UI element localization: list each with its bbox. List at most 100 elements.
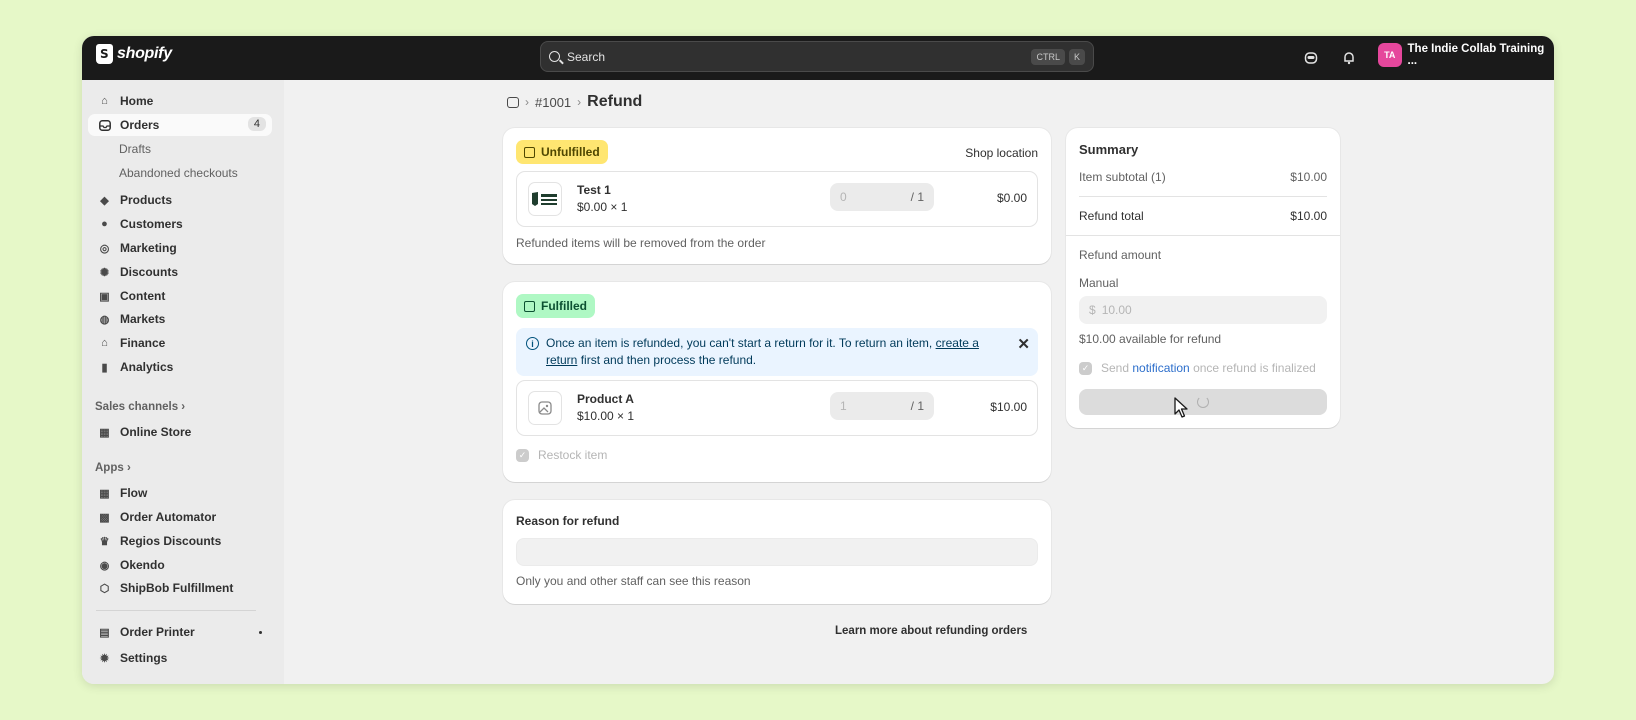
search-bar[interactable]: Search CTRL K [540,41,1094,72]
page-title: Refund [587,93,643,110]
shopify-bag-icon [96,44,113,64]
gear-icon: ✹ [99,652,110,665]
discount-icon: ✺ [99,266,110,279]
okendo-app-icon: ◉ [99,559,110,572]
currency-symbol: $ [1089,303,1096,317]
breadcrumb-order-link[interactable]: #1001 [535,95,571,110]
sidebar-item-markets[interactable]: ◍ Markets [88,308,272,330]
shopify-logo[interactable]: shopify [96,44,172,64]
line-amount: $10.00 [990,400,1027,414]
sidebar-item-label: Finance [120,336,166,350]
refund-button[interactable] [1079,389,1327,415]
sidebar-item-flow[interactable]: ▦ Flow [88,482,272,504]
target-icon: ◎ [99,242,110,255]
close-icon[interactable]: ✕ [1017,335,1030,353]
refund-total-row: Refund total $10.00 [1079,209,1327,223]
product-price: $0.00 × 1 [577,200,628,214]
inbox-icon [98,119,111,132]
apps-heading[interactable]: Apps › [95,462,131,474]
line-amount: $0.00 [996,191,1027,205]
orders-count-badge: 4 [247,117,266,131]
sidebar-item-regios-discounts[interactable]: ♛ Regios Discounts [88,530,272,552]
quantity-max: / 1 [910,399,924,413]
sidebar-item-label: Marketing [120,241,177,255]
sidekick-icon[interactable] [1302,49,1320,67]
notify-text-part: once refund is finalized [1189,361,1316,375]
reason-input[interactable] [516,538,1038,566]
sidebar-item-label: Products [120,193,173,207]
sidebar-item-abandoned-checkouts[interactable]: Abandoned checkouts [119,166,238,180]
restock-checkbox[interactable]: ✓ [516,449,529,462]
sidebar-item-online-store[interactable]: ▦ Online Store [88,421,272,443]
storefront-icon: ▦ [99,426,110,439]
sidebar-item-discounts[interactable]: ✺ Discounts [88,261,272,283]
available-text: $10.00 available for refund [1079,332,1222,346]
notify-text-part: Send [1101,361,1133,375]
sidebar-item-label: Markets [120,312,166,326]
sidebar-item-label: Content [120,289,166,303]
store-menu[interactable]: TA The Indie Collab Training ... [1378,43,1554,67]
refund-amount-input[interactable]: $ 10.00 [1079,296,1327,324]
sidebar-item-order-printer[interactable]: ▤ Order Printer [88,621,272,643]
sales-channels-heading[interactable]: Sales channels › [95,401,185,413]
sidebar-divider [96,610,256,611]
image-placeholder-icon [538,401,552,415]
refund-total-value: $10.00 [1290,209,1327,223]
sidebar-item-customers[interactable]: ● Customers [88,213,272,235]
product-thumbnail [528,391,562,425]
sidebar-item-shipbob[interactable]: ⬡ ShipBob Fulfillment [88,577,272,599]
breadcrumb: › #1001 › Refund [507,93,642,111]
banner-text-part: first and then process the refund. [577,353,757,367]
sidebar-item-products[interactable]: ◆ Products [88,189,272,211]
notification-text: Send notification once refund is finaliz… [1101,361,1316,375]
sidebar-item-label: Online Store [120,425,192,439]
line-item: Product A $10.00 × 1 1 / 1 $10.00 [516,380,1038,436]
breadcrumb-separator: › [525,95,529,109]
sidebar-item-drafts[interactable]: Drafts [119,142,151,156]
location-label: Shop location [965,146,1038,160]
search-placeholder: Search [567,49,606,64]
notification-link[interactable]: notification [1132,361,1189,375]
product-name[interactable]: Test 1 [577,183,611,197]
orders-icon[interactable] [507,96,519,108]
banner-text: Once an item is refunded, you can't star… [546,335,996,369]
badge-label: Unfulfilled [541,145,600,159]
line-item: Test 1 $0.00 × 1 0 / 1 $0.00 [516,171,1038,227]
learn-more-link[interactable]: Learn more about refunding orders [835,625,1027,637]
sidebar-item-finance[interactable]: ⌂ Finance [88,332,272,354]
tag-icon: ◆ [100,194,109,207]
refund-quantity-input[interactable]: 1 / 1 [830,392,934,420]
sidebar-item-content[interactable]: ▣ Content [88,285,272,307]
subtotal-label: Item subtotal (1) [1079,170,1166,184]
subtotal-row: Item subtotal (1) $10.00 [1079,170,1327,184]
sidebar-item-order-automator[interactable]: ▩ Order Automator [88,506,272,528]
sidebar-item-label: Orders [120,118,160,132]
indie-collab-logo [532,192,557,206]
sidebar-item-home[interactable]: ⌂ Home [88,90,272,112]
product-name[interactable]: Product A [577,392,634,406]
sidebar-item-label: Discounts [120,265,179,279]
avatar: TA [1378,43,1402,67]
globe-icon: ◍ [99,313,110,326]
sidebar-item-label: Order Printer [120,625,195,639]
sidebar: ⌂ Home Orders 4 Drafts Abandoned checkou… [82,80,284,684]
sidebar-item-marketing[interactable]: ◎ Marketing [88,237,272,259]
search-icon [549,51,560,62]
unfulfilled-help-text: Refunded items will be removed from the … [516,236,766,250]
quantity-max: / 1 [910,190,924,204]
fulfilled-icon [524,300,535,312]
refund-amount-label: Refund amount [1079,248,1162,262]
top-bar: shopify Search CTRL K TA The Indie Colla… [82,36,1554,80]
sidebar-item-analytics[interactable]: ▮ Analytics [88,356,272,378]
sidebar-item-orders[interactable]: Orders 4 [88,114,272,136]
sidebar-item-label: ShipBob Fulfillment [120,581,234,595]
sidebar-item-settings[interactable]: ✹ Settings [88,647,272,669]
sidebar-item-okendo[interactable]: ◉ Okendo [88,554,272,576]
bell-icon[interactable] [1340,49,1358,67]
notification-checkbox[interactable]: ✓ [1079,362,1092,375]
sidebar-item-label: Okendo [120,558,165,572]
home-icon: ⌂ [101,95,108,107]
unfulfilled-card: Unfulfilled Shop location Test 1 $0.00 ×… [503,128,1051,264]
admin-window: shopify Search CTRL K TA The Indie Colla… [82,36,1554,684]
refund-quantity-input[interactable]: 0 / 1 [830,183,934,211]
